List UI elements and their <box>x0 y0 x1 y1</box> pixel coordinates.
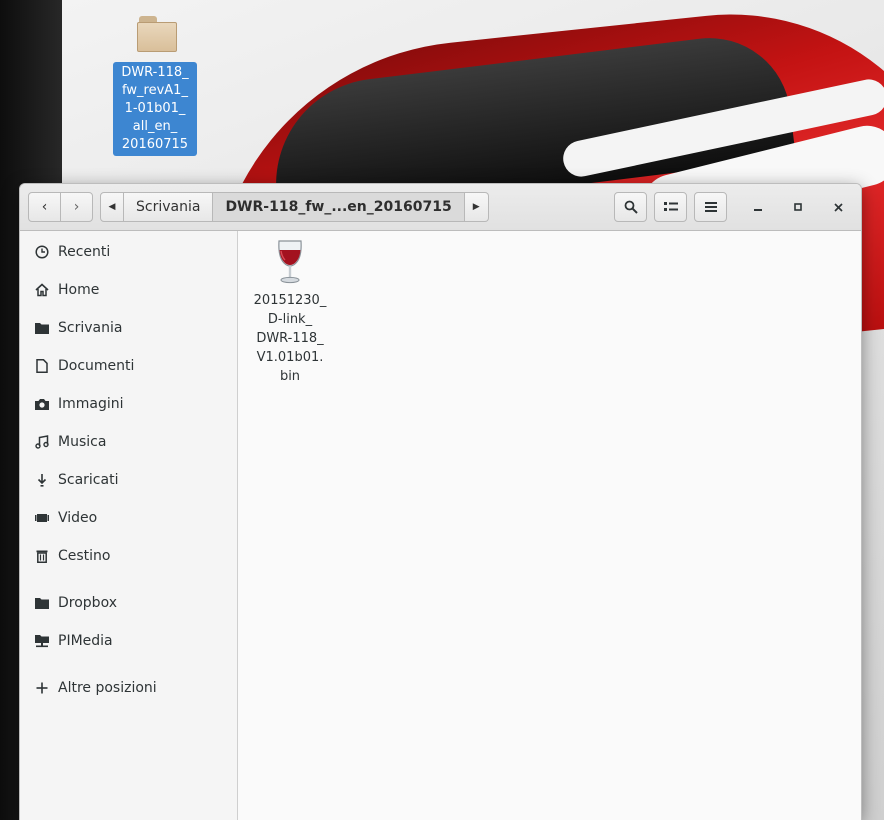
close-icon <box>833 202 843 212</box>
network-icon <box>34 633 50 649</box>
sidebar-item-label: Documenti <box>58 358 135 374</box>
triangle-left-icon: ◀ <box>108 202 116 212</box>
forward-button[interactable]: › <box>60 192 93 222</box>
sidebar-item-label: Cestino <box>58 548 111 564</box>
sidebar-item-home[interactable]: Home <box>20 273 237 307</box>
sidebar-item-label: Video <box>58 510 98 526</box>
sidebar-item-label: Musica <box>58 434 107 450</box>
path-item-scrivania[interactable]: Scrivania <box>124 192 214 222</box>
path-scroll-right-button[interactable]: ▶ <box>464 192 489 222</box>
back-button[interactable]: ‹ <box>28 192 61 222</box>
sidebar-item-label: Scaricati <box>58 472 119 488</box>
minimize-icon <box>754 209 762 211</box>
minimize-button[interactable] <box>746 196 770 218</box>
sidebar-item-label: Scrivania <box>58 320 123 336</box>
trash-icon <box>34 548 50 564</box>
sidebar-item-scaricati[interactable]: Scaricati <box>20 463 237 497</box>
sidebar-item-musica[interactable]: Musica <box>20 425 237 459</box>
header-bar: ‹ › ◀ Scrivania DWR-118_fw_...en_2016071… <box>20 184 861 231</box>
maximize-icon <box>794 203 802 211</box>
sidebar-item-immagini[interactable]: Immagini <box>20 387 237 421</box>
folder-icon <box>34 320 50 336</box>
sidebar-item-scrivania[interactable]: Scrivania <box>20 311 237 345</box>
sidebar-item-documenti[interactable]: Documenti <box>20 349 237 383</box>
file-item[interactable]: 20151230_ D-link_ DWR-118_ V1.01b01. bin <box>248 239 332 386</box>
file-name: 20151230_ D-link_ DWR-118_ V1.01b01. bin <box>253 293 327 384</box>
menu-button[interactable] <box>694 192 727 222</box>
sidebar-item-cestino[interactable]: Cestino <box>20 539 237 573</box>
file-view: 20151230_ D-link_ DWR-118_ V1.01b01. bin <box>238 231 861 820</box>
path-bar: ◀ Scrivania DWR-118_fw_...en_20160715 ▶ <box>100 192 489 222</box>
maximize-button[interactable] <box>786 196 810 218</box>
sidebar-item-recenti[interactable]: Recenti <box>20 235 237 269</box>
clock-icon <box>34 244 50 260</box>
desktop-folder-label: DWR-118_ fw_revA1_ 1-01b01_ all_en_ 2016… <box>113 62 197 156</box>
folder-icon <box>133 14 177 52</box>
view-mode-button[interactable] <box>654 192 687 222</box>
search-button[interactable] <box>614 192 647 222</box>
sidebar-item-video[interactable]: Video <box>20 501 237 535</box>
file-manager-window: ‹ › ◀ Scrivania DWR-118_fw_...en_2016071… <box>20 184 861 820</box>
sidebar-item-label: Home <box>58 282 100 298</box>
sidebar-item-label: Immagini <box>58 396 124 412</box>
desktop-folder-icon-item[interactable]: DWR-118_ fw_revA1_ 1-01b01_ all_en_ 2016… <box>113 14 197 156</box>
sidebar-item-label: Dropbox <box>58 595 117 611</box>
chevron-left-icon: ‹ <box>41 199 48 215</box>
sidebar-item-altre-posizioni[interactable]: Altre posizioni <box>20 671 237 705</box>
sidebar-item-pimedia[interactable]: PIMedia <box>20 624 237 658</box>
music-icon <box>34 434 50 450</box>
hamburger-icon <box>704 202 717 212</box>
plus-icon <box>34 680 50 696</box>
search-icon <box>624 200 638 214</box>
document-icon <box>34 358 50 374</box>
sidebar-item-label: PIMedia <box>58 633 113 649</box>
list-view-icon <box>663 202 678 211</box>
home-icon <box>34 282 50 298</box>
chevron-right-icon: › <box>73 199 80 215</box>
download-icon <box>34 472 50 488</box>
sidebar-item-dropbox[interactable]: Dropbox <box>20 586 237 620</box>
sidebar: Recenti Home Scrivania Documenti Immagin… <box>20 231 238 820</box>
triangle-right-icon: ▶ <box>472 202 480 212</box>
sidebar-item-label: Altre posizioni <box>58 680 157 696</box>
path-scroll-left-button[interactable]: ◀ <box>100 192 124 222</box>
camera-icon <box>34 396 50 412</box>
path-item-current[interactable]: DWR-118_fw_...en_20160715 <box>213 192 465 222</box>
close-button[interactable] <box>826 196 850 218</box>
wine-glass-icon <box>278 240 302 284</box>
sidebar-item-label: Recenti <box>58 244 111 260</box>
video-icon <box>34 510 50 526</box>
folder-icon <box>34 595 50 611</box>
